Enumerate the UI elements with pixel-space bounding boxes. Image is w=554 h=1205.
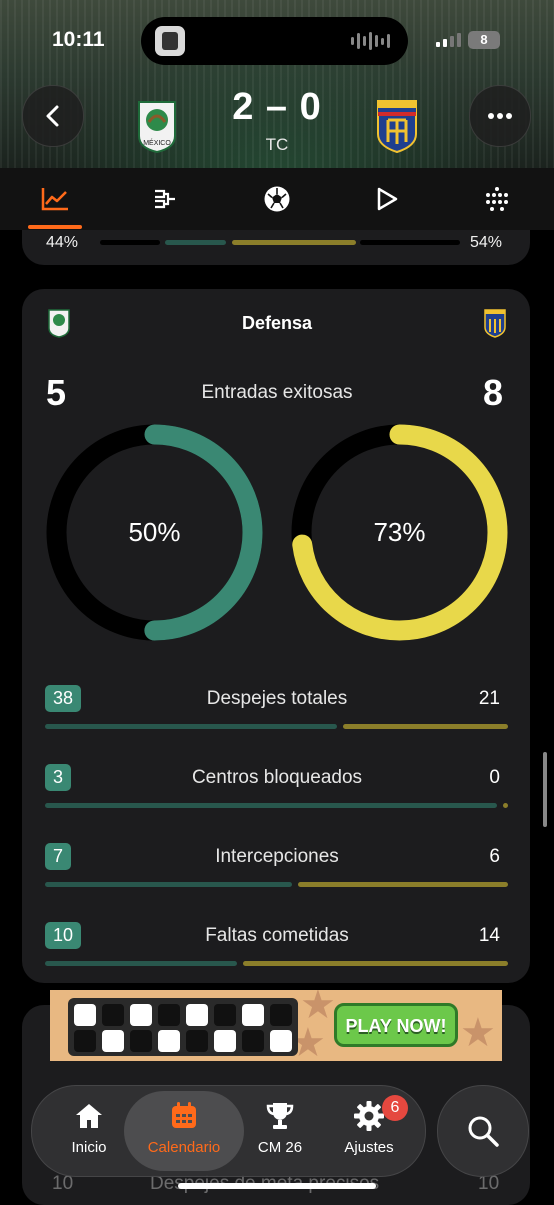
stat-home-bar	[45, 882, 292, 887]
stat-home-bar	[45, 724, 338, 729]
stat-label: Centros bloqueados	[191, 767, 363, 788]
tackles-label: Entradas exitosas	[201, 382, 353, 403]
tab-video[interactable]	[347, 168, 427, 230]
status-time: 10:11	[52, 28, 105, 51]
tackles-away-pct: 73%	[373, 517, 426, 547]
active-tab-indicator	[28, 225, 82, 229]
stat-home-bar	[45, 961, 237, 966]
nav-label: Inicio	[71, 1139, 107, 1156]
stat-away-value: 6	[489, 846, 500, 867]
bracket-icon	[155, 189, 175, 209]
ad-game-board	[68, 998, 298, 1056]
tab-bracket[interactable]	[125, 168, 205, 230]
defense-title: Defensa	[241, 313, 313, 333]
stat-away-value: 0	[489, 767, 500, 788]
possession-row: 44% 54%	[0, 230, 554, 256]
ecuador-badge-icon	[377, 100, 417, 154]
stat-away-value: 21	[478, 688, 500, 709]
search-button[interactable]	[437, 1085, 529, 1177]
possession-bar-home-dark	[100, 240, 160, 245]
home-icon	[76, 1104, 102, 1128]
tab-lineup[interactable]	[457, 168, 537, 230]
possession-home: 44%	[46, 234, 79, 251]
possession-bar-away	[232, 240, 356, 245]
more-options-button[interactable]	[469, 85, 531, 147]
possession-bar-away-dark	[360, 240, 460, 245]
dynamic-island[interactable]	[141, 17, 408, 65]
nav-item-calendario[interactable]: Calendario	[129, 1086, 239, 1176]
stat-home-bar	[45, 803, 498, 808]
tackles-away-value: 8	[483, 372, 504, 413]
play-icon	[377, 187, 398, 211]
stat-row: 7 Intercepciones 6	[0, 843, 554, 893]
stat-away-bar	[343, 724, 508, 729]
match-tabs	[0, 168, 554, 230]
settings-notification-badge: 6	[382, 1095, 408, 1121]
nav-item-ajustes[interactable]: Ajustes	[314, 1086, 424, 1176]
nav-label: Ajustes	[344, 1139, 394, 1156]
stat-row: 10 Faltas cometidas 14	[0, 922, 554, 972]
stat-label: Intercepciones	[215, 846, 339, 867]
possession-away: 54%	[470, 234, 503, 251]
stat-label: Despejes totales	[206, 688, 348, 709]
signal-icon	[436, 33, 461, 47]
stat-away-bar	[297, 882, 508, 887]
trophy-icon	[266, 1103, 294, 1129]
possession-bar-home	[165, 240, 226, 245]
more-horizontal-icon	[488, 113, 512, 119]
soccer-ball-icon	[264, 186, 290, 212]
nav-item-inicio[interactable]: Inicio	[34, 1086, 144, 1176]
stat-away-value: 14	[478, 925, 500, 946]
home-indicator[interactable]	[178, 1183, 376, 1189]
stat-away-bar	[242, 961, 508, 966]
bottom-nav: Inicio Calendario CM 26 Ajustes	[31, 1085, 426, 1177]
stats-chart-icon	[41, 188, 68, 211]
stat-row: 3 Centros bloqueados 0	[0, 764, 554, 814]
battery-indicator: 8	[468, 31, 500, 49]
tab-events[interactable]	[237, 168, 317, 230]
ad-banner[interactable]: ★ ★ ★ PLAY NOW!	[50, 990, 502, 1061]
ad-star-icon: ★	[460, 1011, 496, 1055]
tackles-home-pct: 50%	[128, 517, 181, 547]
search-icon	[468, 1116, 499, 1147]
ecuador-badge-small-icon	[484, 309, 506, 338]
ad-play-button[interactable]: PLAY NOW!	[334, 1003, 458, 1047]
gear-icon	[354, 1101, 384, 1131]
stat-away-bar	[503, 803, 508, 808]
scroll-indicator[interactable]	[543, 752, 547, 827]
tab-stats[interactable]	[15, 168, 95, 230]
stat-row: 38 Despejes totales 21	[0, 685, 554, 735]
stat-label: Faltas cometidas	[205, 925, 349, 946]
lineup-grid-icon	[486, 187, 508, 211]
match-status: TC	[265, 135, 289, 154]
audio-wave-icon	[351, 32, 390, 50]
now-playing-thumbnail	[155, 26, 185, 56]
calendar-icon	[172, 1102, 196, 1128]
nav-label: Calendario	[147, 1139, 221, 1156]
